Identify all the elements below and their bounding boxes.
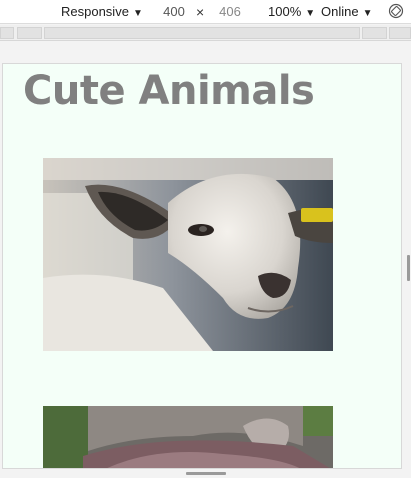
media-query-segment[interactable] [362,27,387,39]
chevron-down-icon: ▼ [132,8,143,19]
dimension-separator: × [196,4,205,20]
media-query-segment[interactable] [389,27,411,39]
media-query-segment[interactable] [0,27,14,39]
media-query-segment[interactable] [44,27,360,39]
viewport-height-input[interactable] [208,2,252,21]
goat-photo [43,158,333,351]
page-title: Cute Animals [23,68,315,114]
viewport-width-input[interactable] [152,2,196,21]
media-query-bar[interactable] [0,25,411,41]
media-query-segment[interactable] [17,27,42,39]
emulated-viewport: Cute Animals [2,63,402,469]
koala-photo [43,406,333,468]
zoom-label: 100% [268,4,302,19]
chevron-down-icon: ▼ [305,8,316,19]
chevron-down-icon: ▼ [362,8,373,19]
device-select[interactable]: Responsive ▼ [61,3,143,21]
device-toolbar: Responsive▼ × 100%▼ Online▼ [0,0,411,24]
device-label: Responsive [61,4,129,19]
zoom-select[interactable]: 100% ▼ [268,3,315,21]
viewport-resize-handle-right[interactable] [407,255,410,281]
throttle-label: Online [321,4,359,19]
rotate-icon[interactable] [388,3,404,19]
network-throttle-select[interactable]: Online ▼ [321,3,372,21]
viewport-resize-handle-bottom[interactable] [186,472,226,475]
